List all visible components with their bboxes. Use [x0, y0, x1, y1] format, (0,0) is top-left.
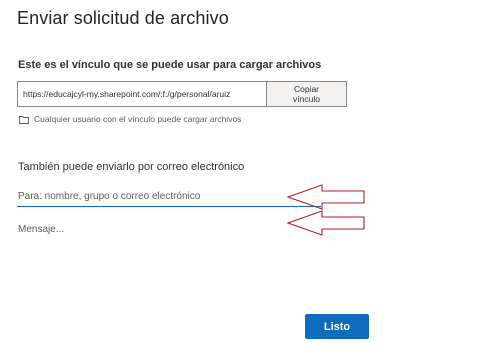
link-permission-row[interactable]: Cualquier usuario con el vínculo puede c… — [19, 114, 241, 124]
annotation-arrows — [286, 184, 365, 236]
link-row: https://educajcyl-my.sharepoint.com/:f:/… — [17, 81, 347, 107]
link-permission-text: Cualquier usuario con el vínculo puede c… — [34, 114, 242, 124]
email-label: También puede enviarlo por correo electr… — [18, 161, 245, 173]
dialog-title: Enviar solicitud de archivo — [17, 8, 229, 28]
message-input[interactable] — [17, 220, 321, 238]
copy-button-label-line2: vínculo — [293, 94, 320, 104]
copy-link-button[interactable]: Copiar vínculo — [267, 81, 347, 107]
link-label: Este es el vínculo que se puede usar par… — [18, 59, 322, 71]
folder-icon — [19, 115, 29, 124]
annotation-arrow-bottom — [286, 210, 365, 236]
annotation-arrow-top — [286, 184, 365, 210]
done-button[interactable]: Listo — [305, 314, 369, 339]
copy-button-label-line1: Copiar — [293, 84, 320, 94]
recipient-input[interactable] — [17, 186, 321, 207]
link-url-field[interactable]: https://educajcyl-my.sharepoint.com/:f:/… — [17, 81, 267, 107]
